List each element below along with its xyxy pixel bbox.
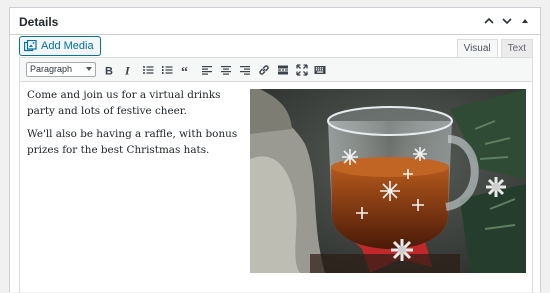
insert-link-button[interactable]	[257, 63, 271, 77]
add-media-button[interactable]: Add Media	[19, 36, 101, 56]
align-center-button[interactable]	[219, 63, 233, 77]
editor-content[interactable]: Come and join us for a virtual drinks pa…	[20, 83, 532, 293]
fullscreen-button[interactable]	[295, 63, 309, 77]
move-up-button[interactable]	[480, 12, 498, 30]
link-icon	[259, 65, 269, 75]
editor-toolbar: Paragraph B I “	[20, 58, 532, 82]
add-media-label: Add Media	[41, 40, 94, 52]
panel-title: Details	[19, 15, 59, 29]
toggle-panel-button[interactable]	[516, 12, 534, 30]
bold-icon: B	[105, 66, 113, 77]
content-paragraph-2: We'll also be having a raffle, with bonu…	[27, 128, 238, 156]
fullscreen-icon	[296, 64, 308, 76]
svg-text:B: B	[105, 66, 113, 77]
bulleted-list-icon	[143, 66, 154, 74]
read-more-icon	[278, 65, 288, 75]
bold-button[interactable]: B	[102, 63, 116, 77]
tab-visual[interactable]: Visual	[456, 39, 498, 57]
editor-tabs: Visual Text	[454, 39, 533, 57]
align-left-icon	[202, 66, 212, 75]
panel-actions	[480, 12, 534, 30]
chevron-up-icon	[484, 17, 494, 24]
numbered-list-icon	[162, 66, 173, 74]
keyboard-icon	[314, 66, 326, 74]
align-right-button[interactable]	[238, 63, 252, 77]
details-panel: Details Add Media Visual Text Paragraph …	[9, 7, 541, 293]
bulleted-list-button[interactable]	[141, 63, 155, 77]
festive-tea-image[interactable]	[250, 89, 526, 273]
format-select-value: Paragraph	[30, 64, 73, 74]
media-icon	[24, 40, 37, 52]
tea-glass-photo	[250, 89, 526, 273]
read-more-button[interactable]	[276, 63, 290, 77]
align-right-icon	[240, 66, 250, 75]
italic-icon: I	[124, 64, 131, 76]
editor: Paragraph B I “ Come and join us for a v…	[19, 57, 533, 293]
tab-text[interactable]: Text	[500, 39, 533, 57]
svg-text:“: “	[181, 65, 188, 76]
triangle-up-icon	[522, 19, 528, 23]
blockquote-button[interactable]: “	[180, 63, 194, 77]
move-down-button[interactable]	[498, 12, 516, 30]
align-center-icon	[221, 66, 231, 75]
toolbar-toggle-button[interactable]	[313, 63, 327, 77]
format-select[interactable]: Paragraph	[26, 62, 96, 77]
blockquote-icon: “	[181, 65, 188, 76]
panel-header: Details	[10, 8, 540, 35]
italic-button[interactable]: I	[121, 63, 135, 77]
select-arrow-icon	[86, 67, 92, 71]
numbered-list-button[interactable]	[160, 63, 174, 77]
svg-text:I: I	[124, 64, 131, 76]
chevron-down-icon	[502, 18, 512, 25]
content-paragraph-1: Come and join us for a virtual drinks pa…	[27, 89, 221, 117]
align-left-button[interactable]	[200, 63, 214, 77]
